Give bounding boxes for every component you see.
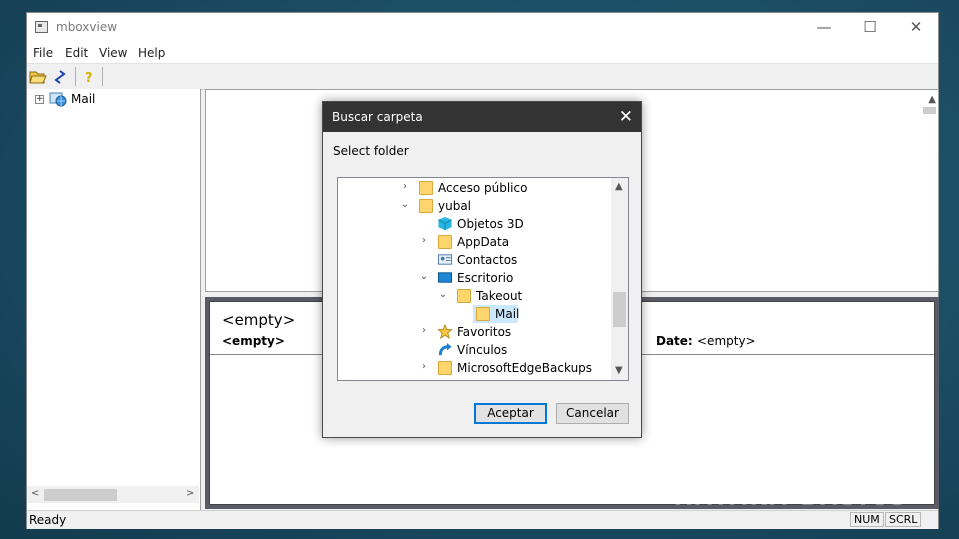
expand-chevron-icon[interactable]: ›: [419, 361, 429, 372]
folder-row-vinculos[interactable]: Vínculos: [338, 341, 610, 359]
folder-row-microsoftedgebackups[interactable]: › MicrosoftEdgeBackups: [338, 359, 610, 377]
folder-icon: [419, 181, 433, 195]
preview-from: <empty>: [222, 334, 285, 348]
close-button[interactable]: ✕: [893, 13, 939, 43]
folder-label: Escritorio: [457, 271, 514, 285]
status-text: Ready: [29, 513, 67, 527]
contacts-icon: [437, 254, 453, 265]
folder-label: Acceso público: [438, 181, 528, 195]
refresh-icon: [54, 69, 66, 84]
menu-edit[interactable]: Edit: [65, 46, 88, 60]
folder-icon: [438, 361, 452, 375]
menu-view[interactable]: View: [99, 46, 127, 60]
star-icon: [437, 324, 453, 339]
folder-row-takeout[interactable]: ⌄ Takeout: [338, 287, 610, 305]
dialog-close-button[interactable]: ✕: [619, 107, 633, 127]
folder-label: Takeout: [476, 289, 523, 303]
toolbar: ?: [27, 64, 938, 90]
folder-tree-pane: + Mail < >: [27, 89, 201, 510]
folder-row-favoritos[interactable]: › Favoritos: [338, 323, 610, 341]
cube-icon: [438, 216, 452, 231]
folder-label: yubal: [438, 199, 472, 213]
tree-item-mail[interactable]: Mail: [71, 92, 95, 106]
expand-chevron-icon[interactable]: ›: [400, 181, 410, 192]
menu-file[interactable]: File: [33, 46, 53, 60]
mail-globe-icon: [49, 92, 67, 107]
folder-row-appdata[interactable]: › AppData: [338, 233, 610, 251]
preview-date-value: <empty>: [697, 334, 756, 348]
help-icon: ?: [85, 71, 93, 85]
collapse-chevron-icon[interactable]: ⌄: [419, 271, 429, 282]
folder-tree[interactable]: › Acceso público ⌄ yubal Objetos 3D › Ap…: [337, 177, 629, 381]
menu-help[interactable]: Help: [138, 46, 165, 60]
dialog-title-bar[interactable]: Buscar carpeta ✕: [323, 102, 641, 132]
scroll-up-icon[interactable]: ▲: [615, 181, 623, 192]
desktop-icon: [437, 272, 453, 283]
scroll-thumb[interactable]: [613, 292, 626, 327]
toolbar-separator: [75, 67, 76, 86]
num-lock-indicator: NUM: [850, 512, 884, 527]
title-bar[interactable]: mboxview — ☐ ✕: [27, 13, 938, 43]
window-title: mboxview: [56, 20, 118, 34]
cancel-button[interactable]: Cancelar: [556, 403, 629, 424]
folder-label: Objetos 3D: [457, 217, 524, 231]
dialog-prompt: Select folder: [333, 144, 409, 158]
folder-row-objetos-3d[interactable]: Objetos 3D: [338, 215, 610, 233]
folder-row-escritorio[interactable]: ⌄ Escritorio: [338, 269, 610, 287]
scroll-down-icon[interactable]: ▼: [615, 365, 623, 376]
menu-bar: File Edit View Help: [27, 43, 938, 64]
folder-label: AppData: [457, 235, 510, 249]
refresh-button[interactable]: [50, 67, 70, 86]
link-arrow-icon: [438, 342, 452, 356]
open-folder-button[interactable]: [28, 67, 48, 86]
maximize-button[interactable]: ☐: [847, 13, 893, 43]
minimize-button[interactable]: —: [801, 13, 847, 43]
scroll-thumb[interactable]: [44, 489, 117, 501]
folder-label: Contactos: [457, 253, 518, 267]
scroll-left-icon[interactable]: <: [31, 488, 39, 499]
folder-label: Vínculos: [457, 343, 508, 357]
browse-folder-dialog: Buscar carpeta ✕ Select folder › Acceso …: [322, 101, 642, 438]
expand-mail-button[interactable]: +: [35, 95, 44, 104]
folder-icon: [476, 307, 490, 321]
folder-row-mail[interactable]: Mail: [338, 305, 610, 323]
app-icon: [35, 21, 48, 33]
folder-row-acceso-publico[interactable]: › Acceso público: [338, 179, 610, 197]
horizontal-scrollbar[interactable]: < >: [27, 486, 199, 503]
expand-chevron-icon[interactable]: ›: [419, 235, 429, 246]
scroll-right-icon[interactable]: >: [186, 488, 194, 499]
watermark: XATAKA BASICS: [675, 486, 909, 511]
collapse-chevron-icon[interactable]: ⌄: [438, 289, 448, 300]
folder-tree-scrollbar[interactable]: ▲ ▼: [611, 178, 628, 380]
folder-label: Favoritos: [457, 325, 512, 339]
open-folder-icon: [29, 71, 47, 83]
svg-text:?: ?: [85, 71, 93, 85]
folder-icon: [457, 289, 471, 303]
expand-chevron-icon[interactable]: ›: [419, 325, 429, 336]
folder-row-contactos[interactable]: Contactos: [338, 251, 610, 269]
folder-label: Mail: [495, 307, 520, 321]
preview-date-label: Date:: [656, 334, 693, 348]
vertical-scroll-thumb[interactable]: [923, 107, 936, 114]
folder-icon: [438, 235, 452, 249]
help-button[interactable]: ?: [79, 67, 99, 86]
folder-row-yubal[interactable]: ⌄ yubal: [338, 197, 610, 215]
scroll-up-icon[interactable]: ▲: [928, 94, 936, 105]
toolbar-separator: [102, 67, 103, 86]
dialog-title: Buscar carpeta: [332, 110, 423, 124]
accept-button[interactable]: Aceptar: [474, 403, 547, 424]
folder-icon: [419, 199, 433, 213]
preview-subject: <empty>: [222, 311, 296, 329]
folder-label: MicrosoftEdgeBackups: [457, 361, 593, 375]
collapse-chevron-icon[interactable]: ⌄: [400, 199, 410, 210]
scroll-lock-indicator: SCRL: [885, 512, 922, 527]
status-bar: Ready NUM SCRL: [27, 510, 938, 529]
